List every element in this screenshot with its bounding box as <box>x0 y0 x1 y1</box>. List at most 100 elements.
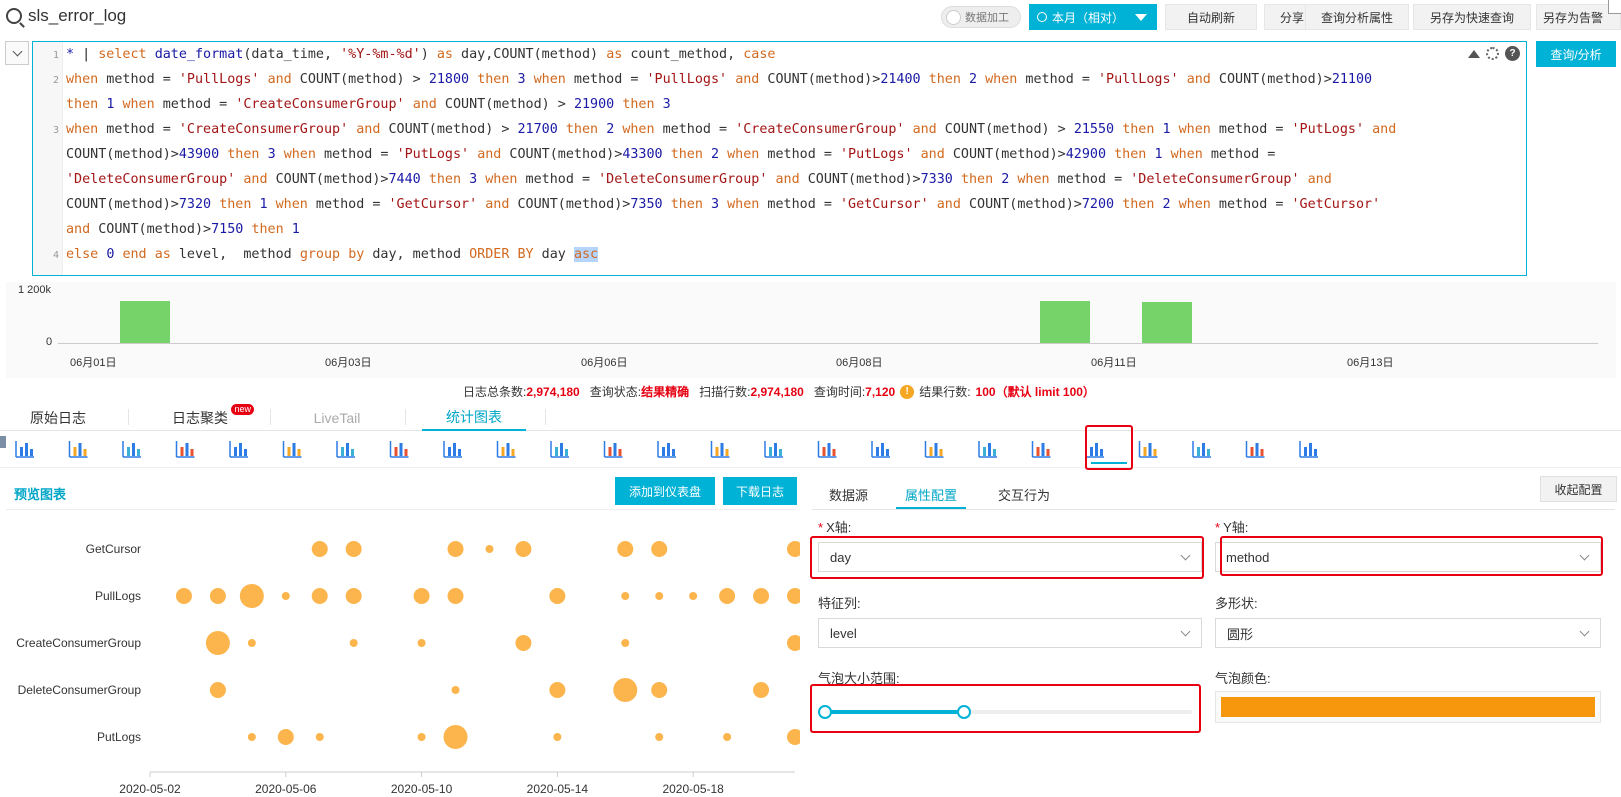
word-cloud-icon[interactable] <box>817 437 839 459</box>
time-range-picker[interactable]: 本月（相对） <box>1029 4 1157 30</box>
treemap-icon[interactable] <box>870 437 892 459</box>
data-transform-toggle[interactable]: 数据加工 <box>941 6 1021 28</box>
bubble-point[interactable] <box>651 682 668 698</box>
bubble-point[interactable] <box>315 733 324 741</box>
bubble-point[interactable] <box>655 733 664 741</box>
bubble-point[interactable] <box>723 733 732 741</box>
area-chart-icon[interactable] <box>282 437 304 459</box>
compare-icon[interactable] <box>1031 437 1053 459</box>
bubble-point[interactable] <box>753 588 770 604</box>
bubble-point[interactable] <box>349 639 358 647</box>
bubble-point[interactable] <box>515 635 532 651</box>
bubble-point[interactable] <box>613 678 638 702</box>
tab-statistics-chart[interactable]: 统计图表 <box>422 405 526 431</box>
pin-map-icon[interactable] <box>1298 437 1320 459</box>
editor-collapse-button[interactable] <box>5 41 29 65</box>
bubble-point[interactable] <box>447 588 464 604</box>
histogram-bar[interactable] <box>120 301 170 343</box>
bubble-chart[interactable]: GetCursor PullLogs CreateConsumerGroup Dele… <box>0 512 800 797</box>
topology-icon[interactable] <box>763 437 785 459</box>
bubble-point[interactable] <box>413 588 430 604</box>
bubble-point[interactable] <box>553 733 562 741</box>
bubble-color-swatch[interactable] <box>1221 697 1595 717</box>
feature-column-select[interactable]: level <box>818 618 1202 648</box>
flow-chart-icon[interactable] <box>656 437 678 459</box>
single-value-icon[interactable] <box>335 437 357 459</box>
bubble-point[interactable] <box>621 592 630 600</box>
china-map-icon[interactable] <box>496 437 518 459</box>
gear-icon[interactable] <box>1486 47 1499 60</box>
bubble-point[interactable] <box>549 588 566 604</box>
tab-raw-logs[interactable]: 原始日志 <box>30 405 86 431</box>
query-editor[interactable]: 1 2 3 4 * | select date_format(data_time… <box>32 41 1527 276</box>
bubble-point[interactable] <box>239 584 264 608</box>
bubble-point[interactable] <box>451 686 460 694</box>
collapse-up-icon[interactable] <box>1468 49 1480 58</box>
bubble-point[interactable] <box>443 725 468 749</box>
bubble-point[interactable] <box>753 682 770 698</box>
query-analyze-button[interactable]: 查询/分析 <box>1536 41 1616 67</box>
line-chart-icon[interactable] <box>68 437 90 459</box>
save-quick-query-button[interactable]: 另存为快速查询 <box>1413 4 1531 30</box>
bubble-point[interactable] <box>281 592 290 600</box>
calendar-icon[interactable] <box>1245 437 1267 459</box>
map-icon[interactable] <box>442 437 464 459</box>
progress-bar-icon[interactable] <box>389 437 411 459</box>
gantt-icon[interactable] <box>1191 437 1213 459</box>
bubble-point[interactable] <box>549 682 566 698</box>
bubble-point[interactable] <box>311 588 328 604</box>
bubble-point[interactable] <box>485 545 494 553</box>
bubble-point[interactable] <box>345 541 362 557</box>
tab-livetail[interactable]: LiveTail <box>312 405 362 431</box>
warning-icon[interactable]: ! <box>900 384 915 399</box>
bubble-point[interactable] <box>515 541 532 557</box>
bubble-point[interactable] <box>311 541 328 557</box>
collapse-config-button[interactable]: 收起配置 <box>1540 476 1617 502</box>
bubble-point[interactable] <box>719 588 736 604</box>
auto-refresh-button[interactable]: 自动刷新 <box>1165 4 1257 30</box>
bubble-point[interactable] <box>247 639 256 647</box>
horizontal-bar-icon[interactable] <box>175 437 197 459</box>
bubble-point[interactable] <box>209 682 226 698</box>
world-map-icon[interactable] <box>549 437 571 459</box>
bubble-point[interactable] <box>787 541 800 557</box>
bubble-point[interactable] <box>655 592 664 600</box>
sankey-icon[interactable] <box>710 437 732 459</box>
bubble-point[interactable] <box>417 733 426 741</box>
help-icon[interactable]: ? <box>1505 46 1520 61</box>
bubble-point[interactable] <box>651 541 668 557</box>
histogram-bar[interactable] <box>1142 302 1192 343</box>
amap-icon[interactable] <box>603 437 625 459</box>
bubble-point[interactable] <box>277 729 294 745</box>
funnel-icon[interactable] <box>924 437 946 459</box>
bubble-point[interactable] <box>345 588 362 604</box>
pie-chart-icon[interactable] <box>228 437 250 459</box>
bubble-point[interactable] <box>787 635 800 651</box>
query-properties-button[interactable]: 查询分析属性 <box>1305 4 1409 30</box>
bubble-point[interactable] <box>205 631 230 655</box>
bubble-point[interactable] <box>689 592 698 600</box>
bubble-point[interactable] <box>247 733 256 741</box>
table-icon[interactable] <box>14 437 36 459</box>
multi-shape-select[interactable]: 圆形 <box>1215 618 1601 648</box>
tab-interaction[interactable]: 交互行为 <box>998 485 1050 509</box>
bubble-point[interactable] <box>417 639 426 647</box>
bar-chart-icon[interactable] <box>121 437 143 459</box>
tab-log-cluster[interactable]: 日志聚类 new <box>172 404 254 431</box>
add-to-dashboard-button[interactable]: 添加到仪表盘 <box>615 477 715 505</box>
bubble-point[interactable] <box>175 588 192 604</box>
config-divider <box>812 509 1615 510</box>
bubble-point[interactable] <box>617 541 634 557</box>
bubble-point[interactable] <box>787 729 800 745</box>
bubble-point[interactable] <box>621 639 630 647</box>
tab-data-source[interactable]: 数据源 <box>829 485 868 509</box>
y-tick-label: GetCursor <box>86 542 141 556</box>
bubble-point[interactable] <box>209 588 226 604</box>
log-chart-icon[interactable] <box>977 437 999 459</box>
histogram-bar[interactable] <box>1040 301 1090 343</box>
cross-table-icon[interactable] <box>1138 437 1160 459</box>
bubble-point[interactable] <box>447 541 464 557</box>
tab-property-config[interactable]: 属性配置 <box>896 485 967 509</box>
bubble-point[interactable] <box>787 588 800 604</box>
download-log-button[interactable]: 下载日志 <box>723 477 797 505</box>
